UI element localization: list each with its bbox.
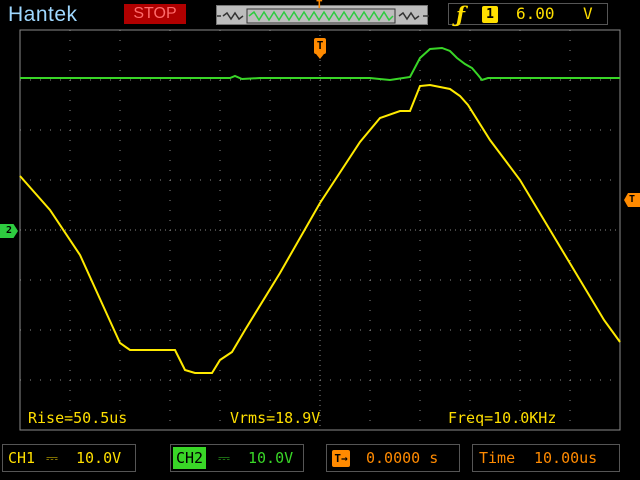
trigger-source-badge: 1	[482, 6, 498, 23]
brand-logo: Hantek	[8, 3, 78, 26]
ch2-label: CH2	[173, 447, 207, 469]
trigger-position-marker[interactable]: T	[314, 38, 326, 54]
dc-coupling-icon: ⎓	[218, 449, 230, 467]
trigger-level-marker[interactable]: T	[624, 193, 640, 207]
measurement-vrms: Vrms=18.9V	[230, 409, 321, 427]
trigger-level-value: 6.00	[516, 4, 555, 23]
measurement-freq: Freq=10.0KHz	[448, 409, 557, 427]
ch1-scale: 10.0V	[76, 449, 122, 467]
rising-edge-icon: ƒ	[456, 2, 466, 27]
waveform-display[interactable]	[19, 29, 621, 431]
trigger-level-unit: V	[583, 4, 593, 23]
ch2-ground-marker[interactable]: 2	[0, 224, 18, 238]
ch2-scale: 10.0V	[248, 449, 294, 467]
overview-trigger-marker: T	[316, 0, 323, 11]
time-scale: 10.00us	[534, 449, 598, 467]
trigger-offset-value: 0.0000 s	[366, 449, 439, 467]
run-stop-button[interactable]: STOP	[124, 4, 186, 24]
dc-coupling-icon: ⎓	[46, 449, 58, 467]
ch1-label: CH1	[8, 449, 36, 467]
time-label: Time	[479, 449, 516, 467]
trigger-offset-icon: T→	[332, 450, 350, 467]
measurement-rise: Rise=50.5us	[28, 409, 128, 427]
graticule-and-traces	[19, 29, 621, 431]
trigger-position-arrow	[316, 54, 324, 59]
